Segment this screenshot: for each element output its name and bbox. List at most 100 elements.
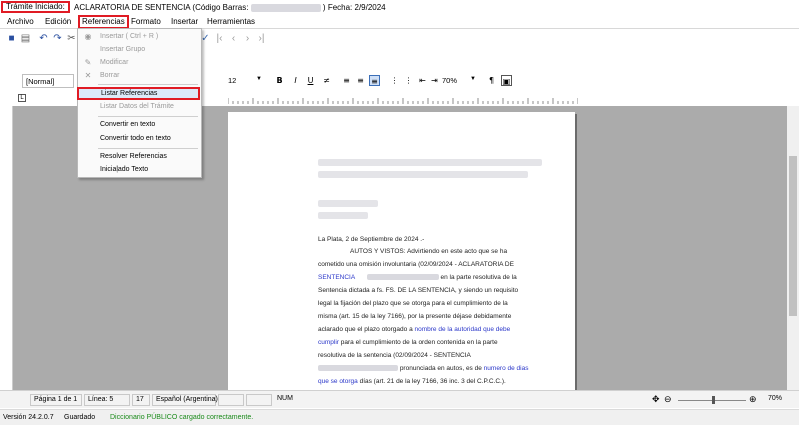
menu-borrar[interactable]: ✕ Borrar (78, 70, 201, 82)
horizontal-ruler[interactable] (228, 94, 578, 104)
align-justify-icon[interactable]: ≡ (369, 75, 380, 86)
page-indicator: Página 1 de 1 (30, 394, 82, 406)
tab-stop-icon[interactable]: L (18, 94, 26, 102)
menu-convertir-texto[interactable]: Convertir en texto (78, 119, 201, 131)
status-empty (218, 394, 244, 406)
page-view-icon[interactable]: ▣ (501, 75, 512, 86)
menu-insertar[interactable]: Insertar (171, 17, 198, 26)
body-line: Sentencia dictada a fs. FS. DE LA SENTEN… (318, 287, 519, 294)
menu-item-label: Modificar (100, 59, 129, 66)
body-line: aclarado que el plazo otorgado a nombre … (318, 326, 542, 334)
underline-button[interactable]: U (305, 75, 316, 86)
body-line: misma (art. 15 de la ley 7166), por la p… (318, 313, 512, 320)
font-size-value: 12 (228, 76, 237, 85)
first-page-icon[interactable]: |‹ (214, 33, 225, 44)
body-line: cometido una omisión involuntaria (02/09… (318, 261, 514, 268)
undo-icon[interactable]: ↶ (38, 33, 49, 44)
redacted-barcode (250, 3, 321, 12)
menu-archivo[interactable]: Archivo (7, 17, 34, 26)
status-bar: Página 1 de 1 Línea: 5 17 Español (Argen… (0, 390, 799, 408)
referencias-dropdown: ◉ Insertar ( Ctrl + R ) Insertar Grupo ✎… (77, 28, 202, 178)
zoom-in-icon[interactable]: ⊕ (749, 394, 757, 405)
body-text: para el cumplimiento de la orden conteni… (340, 339, 498, 346)
body-line: pronunciada en autos, es de numero de di… (318, 365, 542, 373)
style-select[interactable]: [Normal] (22, 74, 74, 88)
redacted-header-line (318, 171, 528, 178)
date-line: La Plata, 2 de Septiembre de 2024 .- (318, 236, 425, 243)
redo-icon[interactable]: ↷ (52, 33, 63, 44)
redacted-header-line (318, 159, 542, 166)
menu-item-label: Insertar Grupo (100, 46, 146, 53)
align-left-icon[interactable]: ≡ (341, 75, 352, 86)
language-indicator: Español (Argentina) (152, 394, 218, 406)
paragraph-mark-icon[interactable]: ¶ (486, 75, 497, 86)
version-label: Versión 24.2.0.7 (3, 414, 54, 421)
status-empty (246, 394, 272, 406)
line-indicator: Línea: 5 (84, 394, 130, 406)
menu-separator (98, 84, 198, 85)
menu-item-label: Listar Datos del Trámite (100, 103, 174, 110)
delete-icon: ✕ (84, 71, 92, 80)
menu-modificar[interactable]: ✎ Modificar (78, 57, 201, 69)
redacted-header-line (318, 212, 368, 219)
zoom-out-icon[interactable]: ⊖ (664, 394, 672, 405)
zoom-percent: 70% (768, 395, 783, 402)
title-bar: Trámite Iniciado: ACLARATORIA DE SENTENC… (0, 0, 799, 15)
cut-icon[interactable]: ✂ (66, 33, 77, 44)
zoom-slider-handle[interactable] (712, 396, 715, 404)
menu-resolver-referencias[interactable]: Resolver Referencias (78, 151, 201, 163)
indent-icon[interactable]: ⇥ (429, 75, 440, 86)
align-center-icon[interactable]: ≡ (355, 75, 366, 86)
prev-page-icon[interactable]: ‹ (228, 33, 239, 44)
document-title: ACLARATORIA DE SENTENCIA (Código Barras:… (74, 3, 386, 12)
vertical-ruler (0, 106, 13, 390)
strikethrough-icon[interactable]: ≠ (321, 75, 332, 86)
document-title-close: ) (322, 3, 326, 12)
vertical-scrollbar[interactable] (787, 106, 799, 390)
reference-field: SENTENCIA (318, 274, 355, 281)
last-page-icon[interactable]: ›| (256, 33, 267, 44)
menu-listar-referencias[interactable]: Listar Referencias (77, 87, 200, 100)
zoom-select[interactable]: 70% ▼ (440, 74, 478, 88)
reference-field: numero de dias (483, 365, 529, 372)
edit-icon: ✎ (84, 58, 92, 67)
next-page-icon[interactable]: › (242, 33, 253, 44)
body-line: SENTENCIA en la parte resolutiva de la (318, 274, 542, 282)
bold-button[interactable]: B (274, 75, 285, 86)
italic-button[interactable]: I (290, 75, 301, 86)
menu-inicializado-texto[interactable]: Iniciaļado Texto (78, 164, 201, 176)
save-icon[interactable]: ■ (6, 33, 17, 44)
menu-insertar-grupo[interactable]: Insertar Grupo (78, 44, 201, 56)
menu-insertar-referencia[interactable]: ◉ Insertar ( Ctrl + R ) (78, 31, 201, 43)
bullet-list-icon[interactable]: ⋮ (389, 75, 400, 86)
body-line: legal la fijación del plazo que se otorg… (318, 300, 508, 307)
reference-field: cumplir (318, 339, 339, 346)
menu-convertir-todo-texto[interactable]: Convertir todo en texto (78, 133, 201, 145)
saved-status: Guardado (64, 414, 96, 421)
menu-listar-datos-tramite[interactable]: Listar Datos del Trámite (78, 101, 201, 113)
tramite-iniciado-label: Trámite Iniciado: (1, 1, 70, 13)
outdent-icon[interactable]: ⇤ (417, 75, 428, 86)
dictionary-status: Diccionario PÚBLICO cargado correctament… (110, 414, 254, 421)
font-size-select[interactable]: 12 ▼ (226, 74, 264, 88)
body-text: pronunciada en autos, es de (399, 365, 482, 372)
document-title-text: ACLARATORIA DE SENTENCIA (Código Barras: (74, 3, 249, 12)
zoom-value: 70% (442, 76, 458, 85)
scrollbar-thumb[interactable] (789, 156, 797, 316)
fit-page-icon[interactable]: ✥ (652, 394, 660, 405)
menu-edicion[interactable]: Edición (45, 17, 71, 26)
num-lock-indicator: NUM (274, 394, 310, 406)
menu-referencias[interactable]: Referencias (78, 15, 129, 29)
menu-formato[interactable]: Formato (131, 17, 161, 26)
menu-item-label: Insertar ( Ctrl + R ) (100, 33, 159, 40)
print-icon[interactable]: ▤ (20, 33, 31, 44)
menu-item-label: Borrar (100, 72, 120, 79)
chevron-down-icon: ▼ (470, 76, 476, 82)
document-page[interactable]: La Plata, 2 de Septiembre de 2024 .- AUT… (228, 112, 575, 390)
menu-herramientas[interactable]: Herramientas (207, 17, 255, 26)
body-text: días (art. 21 de la ley 7166, 36 inc. 3 … (359, 378, 506, 385)
numbered-list-icon[interactable]: ⋮ (403, 75, 414, 86)
menu-item-label: Listar Referencias (101, 90, 158, 97)
redacted-reference (366, 274, 439, 281)
menu-item-label: Convertir en texto (100, 121, 156, 128)
